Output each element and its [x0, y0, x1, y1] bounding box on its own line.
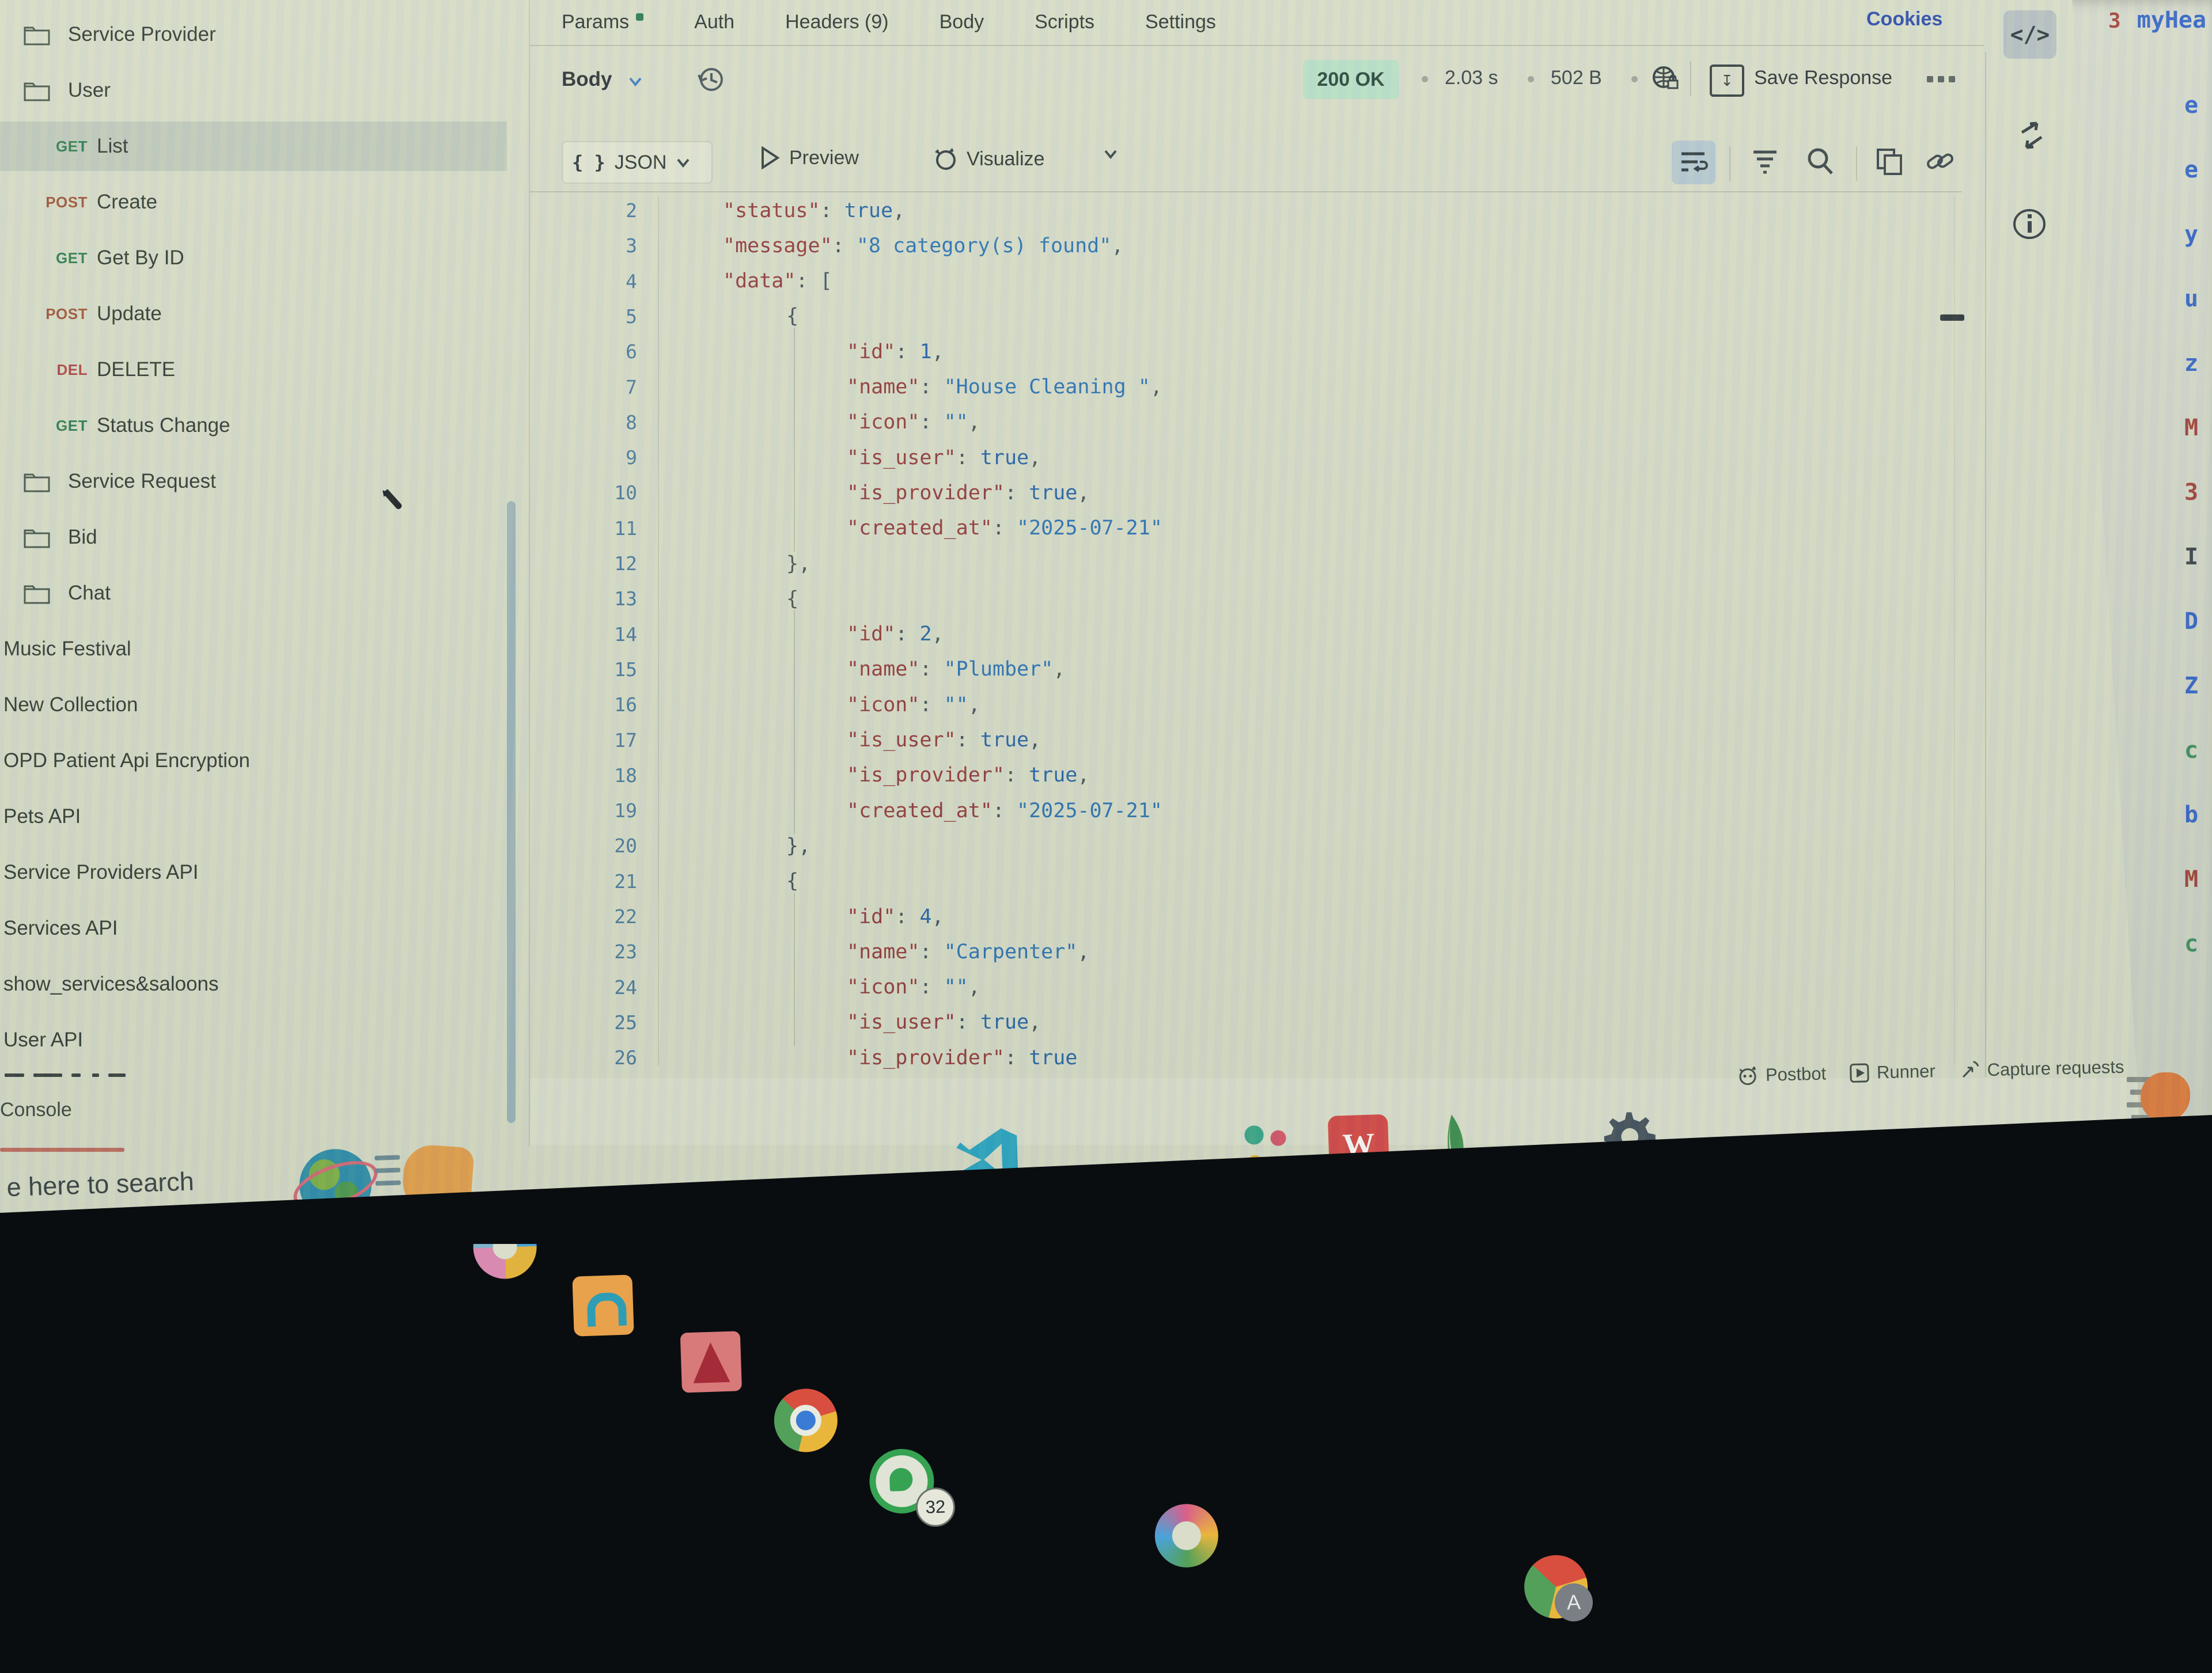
- briefcase-app-icon[interactable]: [572, 1274, 634, 1336]
- meta-dot: [1528, 76, 1534, 82]
- tabbar-divider: [530, 45, 1984, 46]
- sidebar-item-update[interactable]: POSTUpdate: [0, 289, 507, 339]
- sidebar-item-delete[interactable]: DELDELETE: [0, 345, 507, 394]
- copy-icon[interactable]: [1873, 145, 1906, 177]
- format-select[interactable]: { } JSON: [562, 141, 713, 184]
- console-active-bar: [0, 1148, 124, 1152]
- braces-icon: { }: [572, 151, 605, 173]
- sidebar-scrollbar[interactable]: [507, 501, 516, 1123]
- preview-button[interactable]: Preview: [760, 146, 859, 169]
- widget-lines-icon: [374, 1147, 404, 1177]
- chevron-down-icon[interactable]: [628, 74, 643, 89]
- response-json-viewer: 2"status": true,3"message": "8 category(…: [530, 193, 1982, 1071]
- runner-icon: [1849, 1063, 1870, 1084]
- sidebar-item-service-request[interactable]: Service Request: [0, 457, 507, 506]
- tab-auth[interactable]: Auth: [694, 11, 734, 33]
- sidebar-item-service-providers-api[interactable]: Service Providers API: [0, 848, 507, 897]
- sidebar-item-bid[interactable]: Bid: [0, 513, 507, 562]
- magic-wand-icon: [932, 146, 957, 172]
- tab-body[interactable]: Body: [940, 11, 984, 33]
- visualize-button[interactable]: Visualize: [932, 146, 1044, 172]
- response-view-toolbar: { } JSON Preview Visualize: [0, 138, 2212, 190]
- view-more-dropdown[interactable]: [1103, 146, 1118, 161]
- runner-button[interactable]: Runner: [1849, 1061, 1936, 1083]
- sidebar-item-service-provider[interactable]: Service Provider: [0, 10, 507, 59]
- sidebar-item-user-api[interactable]: User API: [0, 1015, 507, 1065]
- request-tab-bar: Params Auth Headers (9) Body Scripts Settings: [562, 6, 1216, 38]
- code-snippet-button[interactable]: </>: [2003, 10, 2056, 59]
- capture-icon: [1958, 1059, 1980, 1082]
- right-strip-divider: [1985, 52, 1986, 1077]
- indent-guide: [794, 893, 795, 1046]
- chrome-icon[interactable]: [773, 1388, 839, 1454]
- capture-requests-button[interactable]: Capture requests: [1958, 1056, 2124, 1082]
- gutter-divider: [658, 196, 659, 1065]
- sidebar-item-new-collection[interactable]: New Collection: [0, 680, 507, 730]
- tab-params[interactable]: Params: [562, 11, 643, 33]
- more-options-icon[interactable]: [1927, 76, 1955, 82]
- meta-dot: [1631, 76, 1638, 82]
- wrap-text-button[interactable]: [1672, 141, 1715, 184]
- meta-dot: [1422, 76, 1428, 82]
- sidebar-item-show-services-saloons[interactable]: show_services&saloons: [0, 959, 507, 1009]
- network-security-icon[interactable]: [1649, 62, 1682, 96]
- chevron-down-icon: [676, 155, 691, 170]
- modified-dot-icon: [636, 13, 643, 21]
- sync-arrows-icon[interactable]: [2014, 117, 2050, 153]
- cad-app-icon[interactable]: [680, 1331, 742, 1393]
- console-button[interactable]: Console: [0, 1099, 72, 1121]
- response-meta-row: Body 200 OK 2.03 s 502 B ↧ Save Response: [0, 58, 2212, 104]
- response-size: 502 B: [1551, 67, 1602, 89]
- response-body-label[interactable]: Body: [562, 68, 612, 91]
- taskbar-search[interactable]: e here to search: [6, 1166, 195, 1202]
- tab-scripts[interactable]: Scripts: [1035, 11, 1094, 33]
- second-screen-char-column: eeyuzM3IDZcbMc: [2184, 92, 2198, 995]
- status-badge: 200 OK: [1303, 60, 1399, 99]
- second-screen-code-line: 3myHea: [2108, 7, 2206, 33]
- tab-settings[interactable]: Settings: [1145, 11, 1216, 33]
- sidebar-item-services-api[interactable]: Services API: [0, 904, 507, 953]
- format-select-value: JSON: [615, 151, 667, 174]
- history-icon[interactable]: [694, 63, 726, 96]
- indent-guide: [794, 610, 795, 834]
- postman-window: Service ProviderUserGETListPOSTCreateGET…: [0, 0, 2212, 1244]
- whatsapp-badge: 32: [915, 1487, 956, 1527]
- response-time: 2.03 s: [1445, 67, 1498, 89]
- sidebar-item-music-festival[interactable]: Music Festival: [0, 624, 507, 674]
- indent-guide: [794, 328, 795, 552]
- info-icon[interactable]: [2012, 206, 2047, 242]
- play-icon: [760, 146, 780, 169]
- sidebar-item-pets-api[interactable]: Pets API: [0, 792, 507, 841]
- cookies-link[interactable]: Cookies: [1866, 8, 1942, 31]
- whatsapp-icon[interactable]: 32: [869, 1448, 935, 1515]
- sidebar-item-get-by-id[interactable]: GETGet By ID: [0, 233, 507, 283]
- separator: [1690, 61, 1691, 96]
- tab-headers-9-[interactable]: Headers (9): [785, 11, 889, 33]
- link-icon[interactable]: [1924, 145, 1956, 177]
- postbot-button[interactable]: Postbot: [1737, 1063, 1827, 1087]
- photos-app-icon[interactable]: [1154, 1503, 1219, 1569]
- sidebar-item-chat[interactable]: Chat: [0, 568, 507, 618]
- sidebar-item-opd-patient-api-encryption[interactable]: OPD Patient Api Encryption: [0, 736, 507, 786]
- search-icon[interactable]: [1804, 145, 1836, 177]
- save-response-button[interactable]: Save Response: [1754, 67, 1892, 89]
- filter-icon[interactable]: [1749, 145, 1781, 177]
- separator: [1856, 146, 1857, 181]
- postbot-icon: [1737, 1064, 1759, 1087]
- chrome-profile-icon[interactable]: [1523, 1554, 1589, 1620]
- separator: [1729, 146, 1730, 181]
- code-scroll-track[interactable]: [1954, 196, 1955, 1065]
- sidebar-item-status-change[interactable]: GETStatus Change: [0, 401, 507, 450]
- save-icon[interactable]: ↧: [1710, 65, 1744, 97]
- sidebar-drag-placeholder: [5, 1073, 235, 1077]
- code-scroll-thumb[interactable]: [1940, 314, 1964, 321]
- toolbar-divider: [530, 191, 1962, 192]
